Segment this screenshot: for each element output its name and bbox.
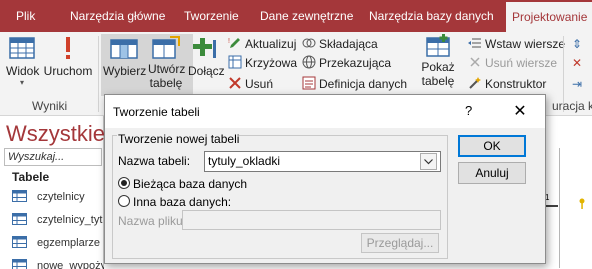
nav-item-egzemplarze[interactable]: egzemplarze	[12, 232, 100, 254]
delete-x-icon	[229, 77, 241, 89]
insert-rows-icon	[468, 38, 481, 48]
navigation-pane: Wszystkie o Wyszukaj... Tabele czytelnic…	[0, 116, 138, 269]
table-icon	[12, 259, 27, 269]
browse-button[interactable]: Przeglądaj...	[361, 233, 439, 253]
delete-rows-icon	[470, 57, 480, 67]
ribbon-tab-bar: Plik Narzędzia główne Tworzenie Dane zew…	[0, 0, 592, 32]
tab-database-tools[interactable]: Narzędzia bazy danych	[369, 0, 494, 32]
nav-item-label: czytelnicy	[37, 191, 85, 203]
table-icon	[12, 190, 27, 202]
other-database-radio[interactable]	[118, 195, 130, 207]
passthrough-query-button[interactable]: Przekazująca	[302, 54, 391, 72]
insert-rows-label: Wstaw wiersze	[485, 37, 566, 51]
nav-item-czytelnicy[interactable]: czytelnicy	[12, 186, 85, 208]
query-setup-group-label: uracja kwer	[552, 99, 592, 113]
select-query-label: Wybierz	[103, 64, 147, 78]
select-query-button[interactable]: Wybierz	[103, 36, 147, 78]
make-table-label: Utwórz	[148, 62, 186, 76]
new-table-group-legend: Tworzenie nowej tabeli	[117, 132, 240, 146]
file-name-field[interactable]	[182, 210, 441, 230]
view-button[interactable]: Widok ▾	[6, 36, 40, 87]
table-name-combobox[interactable]: tytuly_okladki	[204, 151, 441, 172]
group-divider	[98, 36, 99, 112]
insert-rows-button[interactable]: Wstaw wiersze	[468, 35, 565, 53]
crosstab-query-button[interactable]: Krzyżowa	[228, 54, 297, 72]
data-definition-button[interactable]: Definicja danych	[302, 75, 407, 93]
nav-search-input[interactable]: Wyszukaj...	[4, 148, 102, 166]
primary-key-icon	[579, 198, 585, 209]
crosstab-icon	[228, 55, 242, 69]
globe-icon	[302, 55, 316, 69]
builder-button[interactable]: Konstruktor	[468, 75, 546, 93]
make-table-icon	[152, 36, 180, 59]
insert-columns-icon[interactable]: ⇕	[572, 35, 582, 53]
update-query-button[interactable]: ! Aktualizuj	[228, 35, 296, 53]
table-icon	[12, 213, 27, 225]
table-name-dropdown-button[interactable]	[420, 153, 437, 170]
current-database-label[interactable]: Bieżąca baza danych	[133, 177, 247, 191]
make-table-button[interactable]: Utwórz tabelę	[148, 36, 186, 90]
current-database-radio[interactable]	[118, 177, 130, 189]
view-label: Widok	[6, 64, 40, 78]
update-query-label: Aktualizuj	[245, 37, 297, 51]
exclamation-icon	[66, 37, 70, 59]
close-button[interactable]: ✕	[505, 102, 535, 122]
show-table-label-line2: tabelę	[421, 74, 455, 88]
data-definition-icon	[302, 76, 316, 90]
delete-query-label: Usuń	[245, 77, 274, 91]
tab-create[interactable]: Tworzenie	[184, 0, 239, 32]
nav-item-label: egzemplarze	[37, 237, 100, 249]
select-query-icon	[110, 39, 138, 59]
append-label: Dołącz	[188, 64, 225, 78]
chevron-down-icon	[424, 159, 433, 165]
union-query-label: Składająca	[319, 37, 378, 51]
tab-external-data[interactable]: Dane zewnętrzne	[260, 0, 353, 32]
ok-button[interactable]: OK	[458, 135, 526, 157]
pencil-icon: !	[228, 38, 240, 48]
run-label: Uruchom	[43, 64, 93, 78]
file-name-label: Nazwa pliku:	[118, 214, 187, 228]
magic-wand-icon	[469, 77, 481, 89]
nav-item-label: czytelnicy_tyt	[37, 214, 103, 226]
tab-design[interactable]: Projektowanie	[506, 2, 592, 32]
return-icon[interactable]: ⇥	[572, 75, 582, 93]
results-group-label: Wyniki	[32, 99, 68, 113]
help-button[interactable]: ?	[465, 103, 472, 118]
svg-text:!: !	[228, 38, 230, 45]
other-database-label[interactable]: Inna baza danych:	[133, 195, 231, 209]
nav-item-czytelnicy-tyt[interactable]: czytelnicy_tyt	[12, 209, 102, 231]
show-table-label: Pokaż	[421, 60, 455, 74]
dialog-title: Tworzenie tabeli	[113, 105, 200, 119]
data-definition-label: Definicja danych	[319, 77, 408, 91]
crosstab-query-label: Krzyżowa	[245, 56, 298, 70]
tab-file[interactable]: Plik	[16, 0, 35, 32]
nav-section-tables[interactable]: Tabele	[12, 170, 49, 184]
make-table-label-line2: tabelę	[149, 76, 183, 90]
union-rings-icon	[302, 38, 316, 48]
delete-columns-icon[interactable]: ✕	[572, 54, 582, 72]
make-table-dialog: Tworzenie tabeli ? ✕ Tworzenie nowej tab…	[104, 94, 546, 264]
passthrough-query-label: Przekazująca	[319, 56, 392, 70]
append-button[interactable]: Dołącz	[188, 36, 225, 78]
view-dropdown-arrow-icon: ▾	[19, 78, 24, 87]
union-query-button[interactable]: Składająca	[302, 35, 378, 53]
table-icon	[12, 236, 27, 248]
tab-home[interactable]: Narzędzia główne	[70, 0, 165, 32]
delete-query-button[interactable]: Usuń	[228, 75, 273, 93]
run-button[interactable]: Uruchom	[42, 36, 94, 78]
append-plus-icon	[193, 38, 216, 58]
delete-rows-button[interactable]: Usuń wiersze	[468, 54, 557, 72]
cancel-button[interactable]: Anuluj	[458, 162, 526, 184]
table-name-label: Nazwa tabeli:	[118, 154, 191, 168]
show-table-icon	[426, 34, 450, 57]
show-table-button[interactable]: Pokaż tabelę	[420, 34, 456, 88]
datasheet-view-icon	[9, 37, 35, 59]
builder-label: Konstruktor	[485, 77, 547, 91]
delete-rows-label: Usuń wiersze	[485, 56, 558, 70]
